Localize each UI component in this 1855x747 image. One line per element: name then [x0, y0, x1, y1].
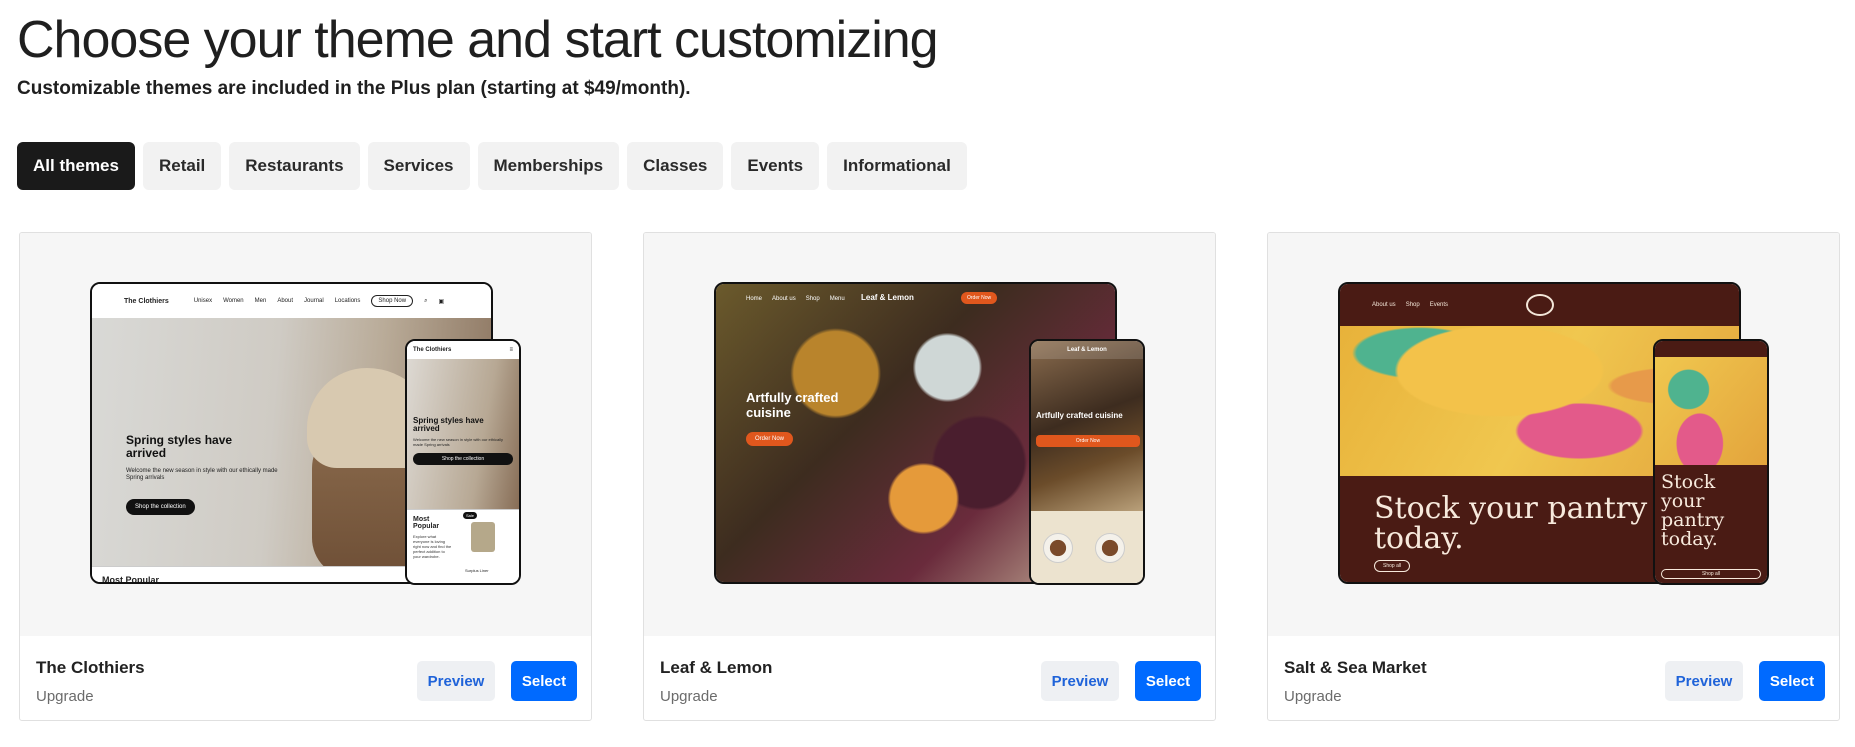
filter-classes[interactable]: Classes: [627, 142, 724, 190]
theme-card-footer: Salt & Sea Market Upgrade Preview Select: [1268, 636, 1839, 720]
theme-card-salt-and-sea-market: About us Shop Events Stock your pantry t…: [1267, 232, 1840, 721]
theme-tier: Upgrade: [660, 688, 718, 705]
mock-hero-button: Shop all: [1661, 569, 1761, 579]
mock-shop-now: Shop Now: [371, 295, 414, 307]
mock-hero-panel: Stock your pantry today. Shop all: [1655, 465, 1767, 583]
page-subtitle: Customizable themes are included in the …: [17, 78, 691, 99]
mock-mobile-nav: Leaf & Lemon: [1031, 341, 1143, 359]
mock-plate-image: [1095, 533, 1125, 563]
theme-preview-image[interactable]: About us Shop Events Stock your pantry t…: [1268, 233, 1839, 636]
theme-card-leaf-and-lemon: Home About us Shop Menu Leaf & Lemon Ord…: [643, 232, 1216, 721]
preview-button[interactable]: Preview: [1041, 661, 1119, 701]
mock-section-text: Explore what everyone is loving right no…: [413, 534, 452, 559]
theme-preview-image[interactable]: The Clothiers Unisex Women Men About Jou…: [20, 233, 591, 636]
mock-order-button: Order Now: [961, 292, 998, 304]
select-button[interactable]: Select: [511, 661, 577, 701]
mobile-mockup: The Clothiers ≡ Spring styles have arriv…: [405, 339, 521, 585]
theme-name: Leaf & Lemon: [660, 658, 773, 677]
select-button[interactable]: Select: [1135, 661, 1201, 701]
filter-events[interactable]: Events: [731, 142, 820, 190]
mock-hero-button: Shop all: [1374, 560, 1411, 572]
mock-hero-title: Stock your pantry today.: [1661, 471, 1725, 550]
theme-preview-image[interactable]: Home About us Shop Menu Leaf & Lemon Ord…: [644, 233, 1215, 636]
mock-hero-text: Welcome the new season in style with our…: [413, 437, 503, 447]
mock-nav-item: Women: [223, 298, 244, 304]
mock-hero-button: Shop the collection: [413, 453, 513, 465]
filter-all-themes[interactable]: All themes: [17, 142, 135, 190]
mock-nav-item: Unisex: [193, 298, 213, 304]
mock-hero-button: Shop the collection: [126, 499, 195, 515]
select-button[interactable]: Select: [1759, 661, 1825, 701]
mock-nav-item: Menu: [829, 296, 845, 302]
mock-hero-title: Spring styles have arrived: [126, 433, 233, 460]
mock-nav: The Clothiers Unisex Women Men About Jou…: [92, 284, 491, 318]
mock-mobile-hero: [1031, 341, 1143, 511]
page-title: Choose your theme and start customizing: [17, 11, 939, 69]
mock-nav-item: Shop: [1405, 302, 1420, 308]
mock-hero-title: Artfully crafted cuisine: [746, 390, 839, 420]
mock-mobile-nav: The Clothiers ≡: [407, 341, 519, 359]
mock-mobile-nav: [1655, 341, 1767, 357]
mock-nav-item: Men: [254, 298, 267, 304]
theme-filter-bar: All themes Retail Restaurants Services M…: [17, 142, 967, 190]
mock-plate-image: [1043, 533, 1073, 563]
menu-icon: ≡: [509, 347, 513, 353]
mock-hero-title: Spring styles have arrived: [413, 416, 484, 433]
filter-informational[interactable]: Informational: [827, 142, 967, 190]
mock-hero-button: Order Now: [1036, 435, 1140, 447]
preview-button[interactable]: Preview: [417, 661, 495, 701]
filter-services[interactable]: Services: [367, 142, 470, 190]
mock-nav-item: Locations: [334, 298, 361, 304]
mock-brand: Leaf & Lemon: [1067, 347, 1107, 353]
mock-nav-item: Events: [1429, 302, 1449, 308]
mock-nav-item: Home: [746, 296, 763, 302]
mock-section-title: Most Popular: [102, 575, 160, 584]
mock-nav-item: About us: [772, 296, 796, 302]
mock-brand: The Clothiers: [124, 297, 169, 305]
theme-name: The Clothiers: [36, 658, 145, 677]
theme-card-footer: Leaf & Lemon Upgrade Preview Select: [644, 636, 1215, 720]
filter-memberships[interactable]: Memberships: [477, 142, 620, 190]
mock-nav-item: About us: [1372, 302, 1396, 308]
mock-nav-item: Journal: [304, 298, 324, 304]
mobile-mockup: Stock your pantry today. Shop all: [1653, 339, 1769, 585]
mock-hero-button: Order Now: [746, 432, 794, 446]
filter-retail[interactable]: Retail: [142, 142, 222, 190]
theme-tier: Upgrade: [1284, 688, 1342, 705]
mock-product-image: [471, 522, 495, 552]
mock-mobile-hero: [1655, 357, 1767, 465]
mock-nav-item: Shop: [805, 296, 820, 302]
mock-brand: The Clothiers: [413, 347, 452, 353]
mock-hero-title: Stock your pantry today.: [1374, 491, 1648, 556]
mock-sale-badge: Sale: [463, 512, 478, 519]
search-icon: ⌕: [424, 297, 428, 304]
mock-mobile-section: [1031, 511, 1143, 583]
mock-nav: Home About us Shop Menu: [716, 284, 1115, 314]
mock-hero-title: Artfully crafted cuisine: [1036, 411, 1123, 420]
mock-product-name: Surplus Liner: [465, 568, 489, 573]
mock-section-title: Most Popular: [413, 516, 440, 530]
filter-restaurants[interactable]: Restaurants: [229, 142, 360, 190]
mock-hero-text: Welcome the new season in style with our…: [126, 468, 278, 481]
mock-mobile-hero: Spring styles have arrived Welcome the n…: [407, 359, 519, 509]
mobile-mockup: Leaf & Lemon Artfully crafted cuisine Or…: [1029, 339, 1145, 585]
mock-brand: Leaf & Lemon: [861, 293, 914, 302]
mock-nav-item: About: [277, 298, 294, 304]
mock-mobile-section: Most Popular Explore what everyone is lo…: [407, 509, 519, 583]
theme-tier: Upgrade: [36, 688, 94, 705]
theme-card-footer: The Clothiers Upgrade Preview Select: [20, 636, 591, 720]
theme-name: Salt & Sea Market: [1284, 658, 1427, 677]
theme-card-the-clothiers: The Clothiers Unisex Women Men About Jou…: [19, 232, 592, 721]
mock-logo-icon: [1526, 294, 1554, 316]
preview-button[interactable]: Preview: [1665, 661, 1743, 701]
cart-icon: ▣: [438, 298, 445, 305]
